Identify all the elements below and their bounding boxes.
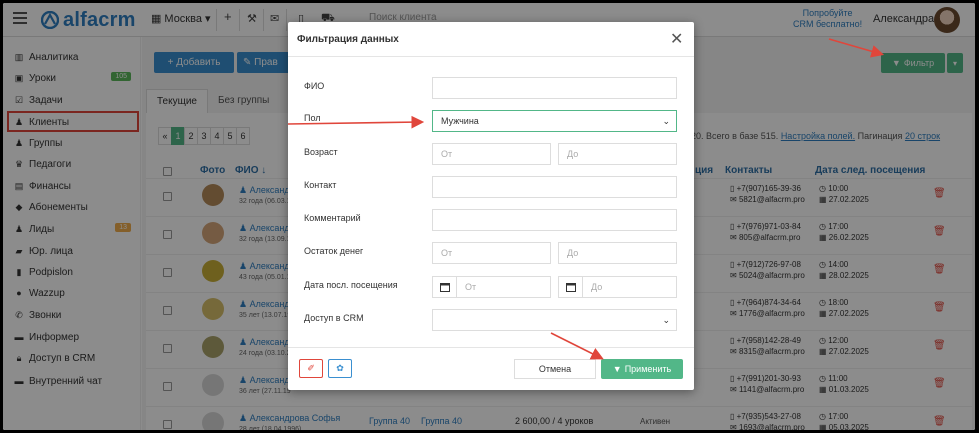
- gear-icon: ✿: [336, 363, 344, 373]
- calendar-icon[interactable]: [432, 276, 456, 298]
- apply-button[interactable]: ▼ Применить: [601, 359, 683, 379]
- label-fio: ФИО: [304, 81, 325, 91]
- age-from-input[interactable]: От: [432, 143, 551, 165]
- age-to-input[interactable]: До: [558, 143, 677, 165]
- calendar-icon[interactable]: [558, 276, 582, 298]
- label-balance: Остаток денег: [304, 246, 364, 256]
- chevron-down-icon: ⌄: [662, 116, 670, 126]
- modal-title: Фильтрация данных: [297, 34, 399, 45]
- contact-input[interactable]: [432, 176, 677, 198]
- label-last-visit: Дата посл. посещения: [304, 280, 398, 290]
- close-icon[interactable]: ✕: [670, 29, 683, 49]
- funnel-icon: ▼: [612, 364, 622, 374]
- balance-to-input[interactable]: До: [558, 242, 677, 264]
- clear-filter-button[interactable]: ✐: [299, 359, 323, 378]
- label-age: Возраст: [304, 147, 338, 157]
- crm-access-select[interactable]: ⌄: [432, 309, 677, 331]
- label-comment: Комментарий: [304, 213, 361, 223]
- chevron-down-icon: ⌄: [662, 315, 670, 325]
- filter-settings-button[interactable]: ✿: [328, 359, 352, 378]
- app-window: alfacrm ▦ Москва ▾ + ⚒ ✉ ▯ ⛟ Поиск клиен…: [3, 3, 975, 430]
- filter-modal: Фильтрация данных ✕ ФИО Пол Мужчина ⌄ Во…: [288, 22, 694, 390]
- divider: [288, 347, 694, 348]
- divider: [288, 56, 694, 57]
- label-gender: Пол: [304, 113, 321, 123]
- gender-select[interactable]: Мужчина ⌄: [432, 110, 677, 132]
- label-contact: Контакт: [304, 180, 337, 190]
- label-crm-access: Доступ в CRM: [304, 313, 364, 323]
- comment-input[interactable]: [432, 209, 677, 231]
- fio-input[interactable]: [432, 77, 677, 99]
- eraser-icon: ✐: [307, 363, 315, 373]
- last-visit-to-input[interactable]: До: [582, 276, 677, 298]
- balance-from-input[interactable]: От: [432, 242, 551, 264]
- last-visit-from-input[interactable]: От: [456, 276, 551, 298]
- cancel-button[interactable]: Отмена: [514, 359, 596, 379]
